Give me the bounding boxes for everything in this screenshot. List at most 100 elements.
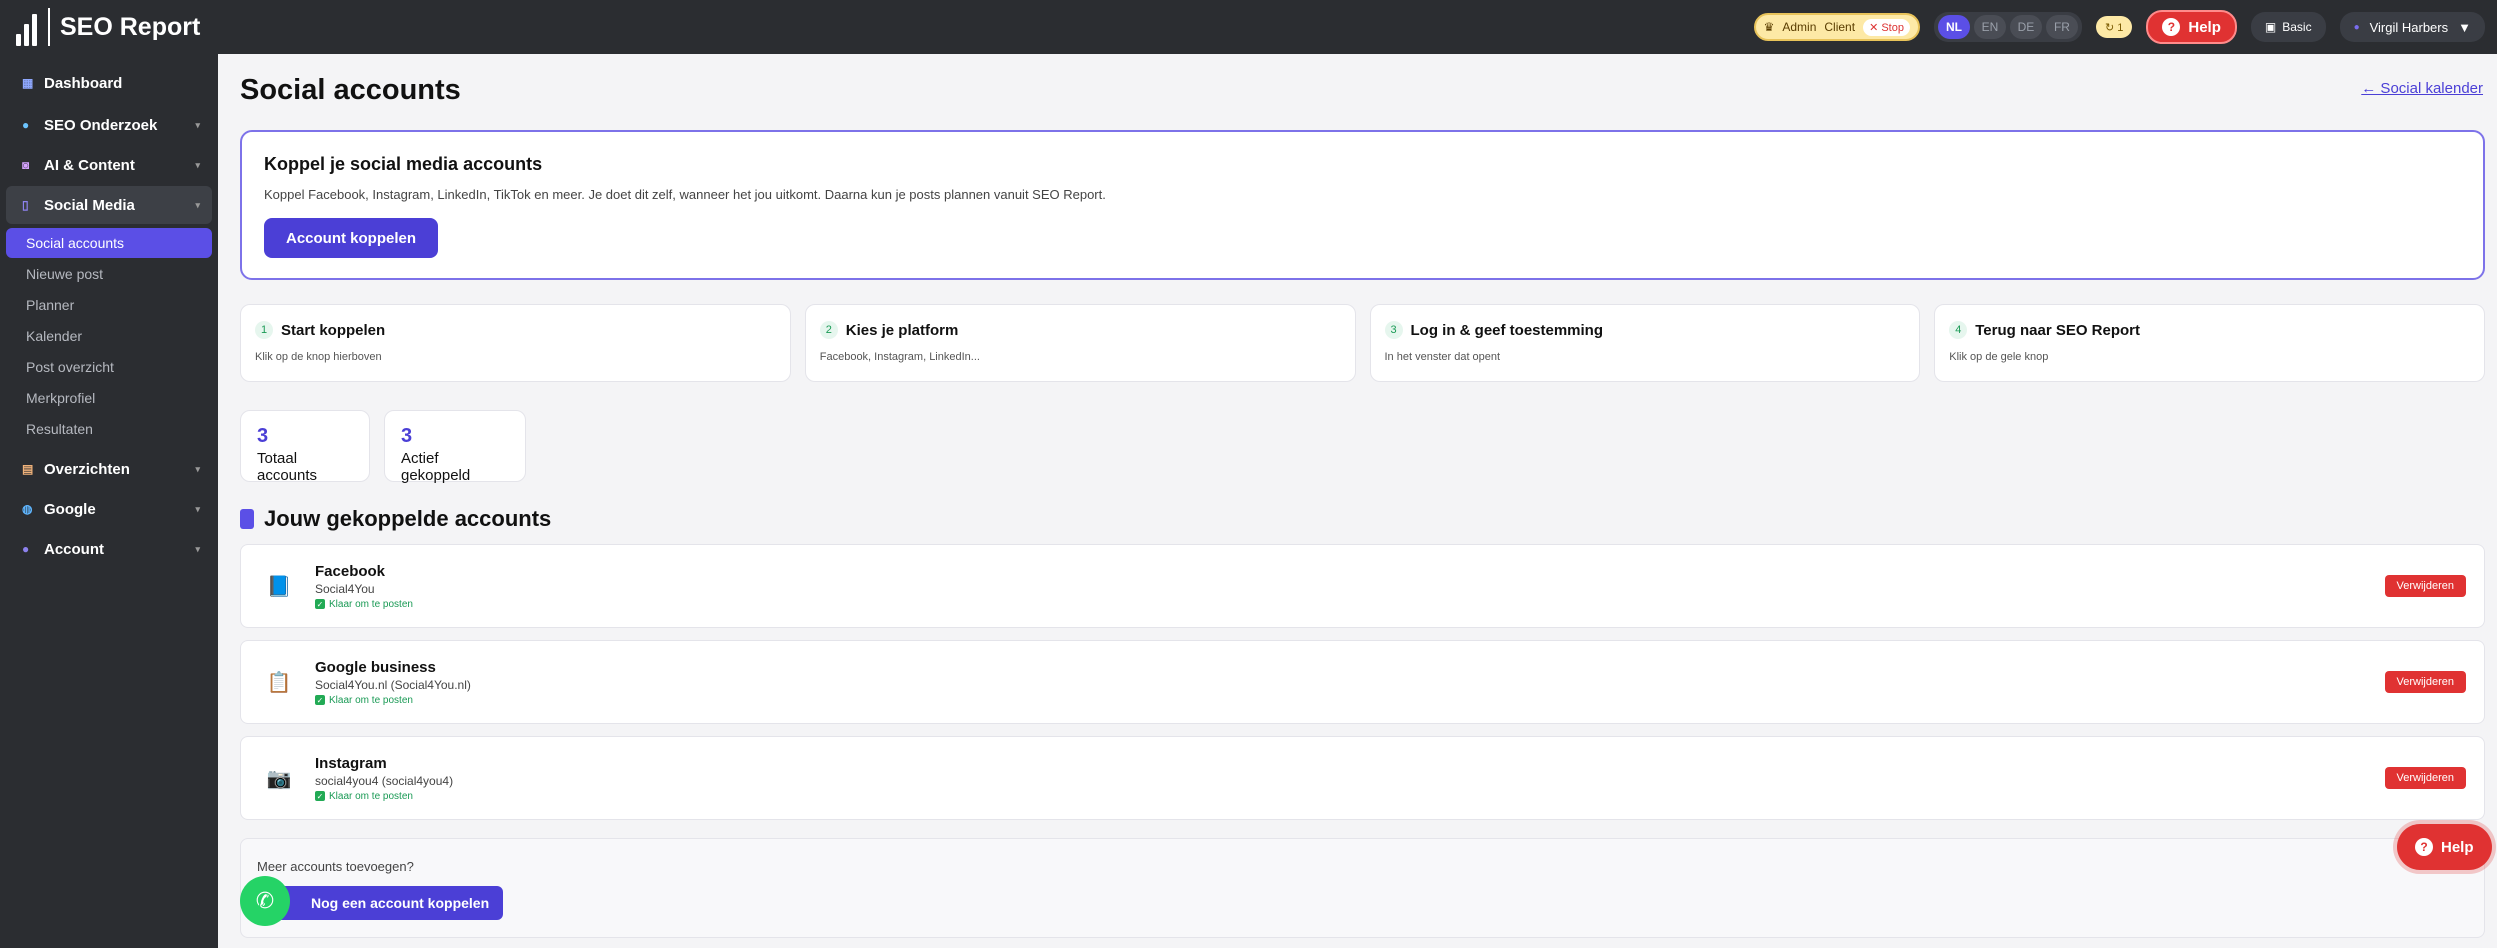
stats: 3 Totaal accounts 3 Actief gekoppeld — [240, 410, 526, 484]
step-desc: In het venster dat opent — [1384, 351, 1501, 363]
stop-impersonation-button[interactable]: ✕ Stop — [1863, 18, 1910, 36]
lang-nl[interactable]: NL — [1937, 15, 1970, 39]
logo-icon — [16, 8, 50, 46]
sidebar-item-overzichten[interactable]: ▤ Overzichten ▾ — [6, 450, 212, 488]
account-handle: Social4You — [315, 581, 375, 596]
step-title: Terug naar SEO Report — [1975, 321, 2141, 339]
language-switcher: NL EN DE FR — [1933, 12, 2082, 42]
sidebar-item-ai-content[interactable]: ◙ AI & Content ▾ — [6, 146, 212, 184]
book-icon: 📘 — [266, 575, 292, 598]
user-menu[interactable]: ● Virgil Harbers ▼ — [2339, 12, 2485, 42]
plan-badge[interactable]: ▣ Basic — [2250, 12, 2326, 42]
user-icon: ● — [2353, 21, 2360, 33]
status-text: Klaar om te posten — [329, 790, 413, 802]
stat-value: 3 — [401, 425, 413, 447]
lang-fr[interactable]: FR — [2045, 15, 2078, 39]
camera-icon: 📷 — [266, 767, 292, 790]
phone-icon: ▯ — [22, 198, 29, 212]
robot-icon: ◙ — [22, 158, 30, 172]
sidebar-sub-post-overzicht[interactable]: Post overzicht — [6, 352, 212, 382]
step-desc: Facebook, Instagram, LinkedIn... — [819, 351, 980, 363]
account-handle: social4you4 (social4you4) — [315, 773, 454, 788]
sidebar-sub-resultaten[interactable]: Resultaten — [6, 414, 212, 444]
package-icon: ▣ — [2264, 20, 2277, 34]
floating-help-label: Help — [2441, 838, 2474, 856]
globe-icon: ◍ — [22, 502, 33, 516]
step-number: 2 — [819, 321, 838, 339]
sidebar-sub-kalender[interactable]: Kalender — [6, 321, 212, 351]
social-kalender-link[interactable]: ← Social kalender — [2361, 80, 2483, 97]
account-row: 📘 Facebook Social4You ✓ Klaar om te poste… — [240, 544, 2485, 628]
lang-de[interactable]: DE — [2009, 15, 2042, 39]
remove-account-button[interactable]: Verwijderen — [2384, 767, 2466, 789]
step-number: 1 — [255, 321, 273, 339]
role-label: Admin — [1782, 20, 1817, 34]
accounts-section-title: Jouw gekoppelde accounts — [240, 506, 551, 532]
sidebar-item-dashboard[interactable]: ▦ Dashboard — [6, 64, 212, 102]
step-card: 1 Start koppelen Klik op de knop hierbove… — [240, 304, 791, 382]
sidebar-item-seo-onderzoek[interactable]: ● SEO Onderzoek ▾ — [6, 106, 212, 144]
step-card: 4 Terug naar SEO Report Klik op de gele k… — [1934, 304, 2485, 382]
logo[interactable]: SEO Report — [0, 0, 220, 54]
crown-icon: ♛ — [1763, 20, 1775, 34]
lang-en[interactable]: EN — [1973, 15, 2006, 39]
sidebar-sub-social-accounts[interactable]: Social accounts — [6, 228, 212, 258]
chevron-down-icon: ▾ — [195, 199, 200, 210]
floating-help-button[interactable]: ? Help — [2397, 824, 2492, 870]
sidebar-item-label: Google — [44, 500, 96, 518]
stat-value: 3 — [257, 425, 269, 447]
search-icon: ● — [22, 118, 30, 132]
question-icon: ? — [2162, 18, 2181, 36]
dashboard-icon: ▦ — [22, 76, 34, 90]
check-icon: ✓ — [315, 791, 325, 801]
sidebar-item-social-media[interactable]: ▯ Social Media ▾ — [6, 186, 212, 224]
sidebar-item-account[interactable]: ● Account ▾ — [6, 530, 212, 568]
account-name: Google business — [315, 658, 436, 676]
role-switcher[interactable]: ♛ Admin Client ✕ Stop — [1753, 13, 1920, 41]
whatsapp-icon[interactable]: ✆ — [240, 876, 290, 926]
intro-text: Koppel Facebook, Instagram, LinkedIn, Ti… — [264, 187, 1106, 202]
sidebar-item-google[interactable]: ◍ Google ▾ — [6, 490, 212, 528]
account-status: ✓ Klaar om te posten — [315, 695, 471, 706]
clipboard-icon: 📋 — [266, 671, 292, 694]
remove-account-button[interactable]: Verwijderen — [2384, 671, 2466, 693]
check-icon: ✓ — [315, 695, 325, 705]
stat-active-accounts: 3 Actief gekoppeld — [384, 410, 526, 484]
phone-icon — [240, 509, 254, 529]
chevron-down-icon: ▾ — [195, 503, 200, 514]
app-title: SEO Report — [60, 12, 201, 41]
help-button[interactable]: ? Help — [2146, 10, 2237, 44]
caret-down-icon: ▼ — [2458, 19, 2471, 35]
page-title: Social accounts — [240, 74, 461, 106]
chevron-down-icon: ▾ — [195, 159, 200, 170]
chevron-down-icon: ▾ — [195, 543, 200, 554]
sidebar-sub-merkprofiel[interactable]: Merkprofiel — [6, 383, 212, 413]
account-koppelen-button[interactable]: Account koppelen — [264, 218, 439, 258]
stat-label: Totaal accounts — [257, 450, 318, 484]
user-name: Virgil Harbers — [2369, 19, 2449, 35]
topbar: SEO Report ♛ Admin Client ✕ Stop NL EN D… — [0, 0, 2497, 54]
sidebar: ▦ Dashboard ● SEO Onderzoek ▾ ◙ AI & Con… — [0, 54, 218, 948]
account-handle: Social4You.nl (Social4You.nl) — [315, 677, 471, 692]
user-icon: ● — [22, 542, 30, 556]
add-another-account-button[interactable]: Nog een account koppelen — [257, 886, 504, 920]
step-card: 2 Kies je platform Facebook, Instagram, L… — [804, 304, 1356, 382]
step-title: Kies je platform — [845, 321, 959, 339]
sidebar-item-label: Overzichten — [44, 460, 130, 478]
step-title: Start koppelen — [281, 321, 386, 339]
account-row: 📷 Instagram social4you4 (social4you4) ✓ K… — [240, 736, 2485, 820]
account-status: ✓ Klaar om te posten — [315, 791, 453, 802]
account-name: Facebook — [315, 562, 386, 580]
step-title: Log in & geef toestemming — [1410, 321, 1604, 339]
credits-badge[interactable]: ↻ 1 — [2095, 16, 2133, 38]
remove-account-button[interactable]: Verwijderen — [2384, 575, 2466, 597]
main-content: Social accounts ← Social kalender Koppel… — [218, 54, 2497, 948]
sidebar-sub-nieuwe-post[interactable]: Nieuwe post — [6, 259, 212, 289]
sidebar-item-label: AI & Content — [44, 156, 135, 174]
sidebar-item-label: SEO Onderzoek — [44, 116, 158, 134]
stat-label: Actief gekoppeld — [401, 450, 471, 484]
sidebar-sub-planner[interactable]: Planner — [6, 290, 212, 320]
intro-title: Koppel je social media accounts — [264, 154, 543, 174]
steps: 1 Start koppelen Klik op de knop hierbove… — [240, 304, 2485, 382]
step-number: 4 — [1949, 321, 1968, 339]
